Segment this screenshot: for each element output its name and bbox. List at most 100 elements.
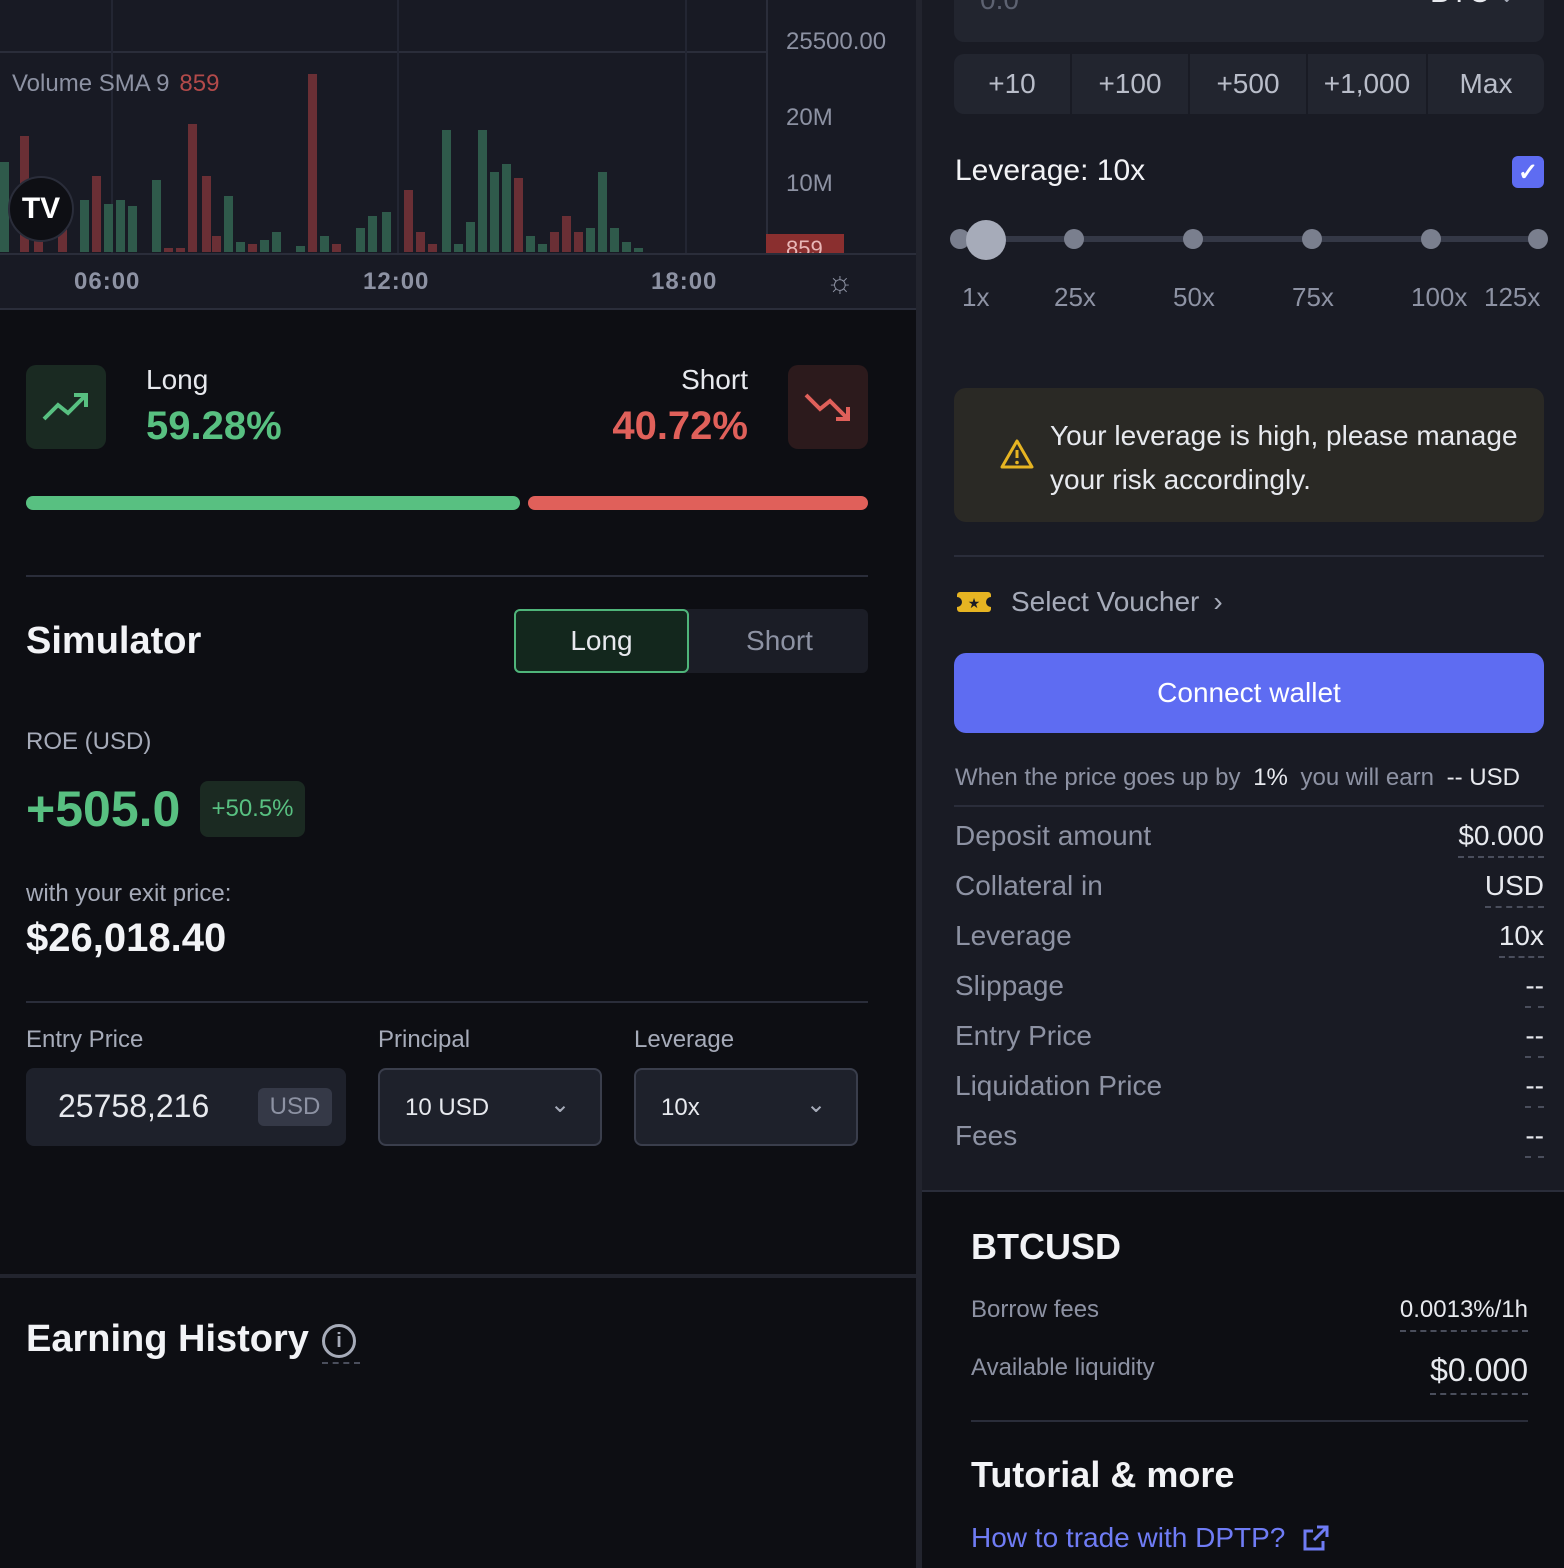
- asset-select[interactable]: BTC ⌄: [1430, 0, 1515, 10]
- tick-25x: 25x: [1054, 282, 1096, 312]
- asset-label: BTC: [1430, 0, 1490, 9]
- principal-select[interactable]: 10 USD ⌄: [378, 1068, 602, 1146]
- volume-bar: [466, 222, 475, 252]
- volume-bar: [188, 124, 197, 252]
- tutorial-link[interactable]: How to trade with DPTP?: [971, 1522, 1331, 1554]
- volume-bar: [272, 232, 281, 252]
- leverage-slider-track[interactable]: [958, 236, 1538, 242]
- collateral-label: Collateral in: [955, 870, 1103, 901]
- earn-mid: you will earn: [1300, 764, 1434, 791]
- volume-bar: [550, 232, 559, 252]
- trending-down-icon: [788, 365, 868, 449]
- volume-bar: [332, 244, 341, 252]
- chart-settings-icon[interactable]: ☼: [826, 266, 854, 300]
- volume-bar: [382, 212, 391, 252]
- tutorial-title: Tutorial & more: [971, 1454, 1235, 1495]
- slippage-value: --: [1525, 970, 1544, 1008]
- volume-bar: [416, 232, 425, 252]
- available-liquidity-label: Available liquidity: [971, 1354, 1155, 1381]
- volume-bar: [80, 200, 89, 252]
- volume-bar: [490, 172, 499, 252]
- slider-mark-125x[interactable]: [1528, 229, 1548, 249]
- slider-mark-100x[interactable]: [1421, 229, 1441, 249]
- volume-bar: [308, 74, 317, 252]
- leverage-label: Leverage: [634, 1026, 735, 1053]
- leverage-slider-handle[interactable]: [966, 220, 1006, 260]
- indicator-value: 859: [179, 70, 220, 97]
- toggle-short-button[interactable]: Short: [691, 609, 868, 673]
- connect-wallet-button[interactable]: Connect wallet: [954, 653, 1544, 733]
- quick-add-max[interactable]: Max: [1428, 54, 1544, 114]
- volume-bar: [598, 172, 607, 252]
- entry-price-input[interactable]: 25758,216 USD: [26, 1068, 346, 1146]
- leverage-checkbox[interactable]: ✓: [1512, 156, 1544, 188]
- quick-add-10[interactable]: +10: [954, 54, 1070, 114]
- divider: [26, 575, 868, 577]
- volume-bar: [538, 244, 547, 252]
- volume-bar: [526, 236, 535, 252]
- volume-bar: [610, 228, 619, 252]
- price-level-label: 25500.00: [786, 28, 887, 55]
- tick-125x: 125x: [1484, 282, 1541, 312]
- volume-bar: [176, 248, 185, 252]
- roe-value: +505.0: [26, 781, 181, 837]
- long-label: Long: [146, 364, 209, 395]
- volume-bar: [92, 176, 101, 252]
- market-info-panel: BTCUSD Borrow fees 0.0013%/1h Available …: [922, 1190, 1564, 1568]
- price-flag: 859: [766, 234, 844, 254]
- slider-mark-75x[interactable]: [1302, 229, 1322, 249]
- volume-bar: [164, 248, 173, 252]
- roe-percentage-badge: +50.5%: [200, 781, 305, 837]
- external-link-icon: [1303, 1525, 1329, 1551]
- indicator-label: Volume SMA 9: [12, 70, 170, 97]
- position-toggle: Long Short: [514, 609, 868, 673]
- x-tick-0600: 06:00: [74, 268, 141, 295]
- tick-100x: 100x: [1411, 282, 1468, 312]
- volume-chart[interactable]: 25500.00 20M 10M Volume SMA 9 859 TV 859 …: [0, 0, 918, 310]
- quick-add-100[interactable]: +100: [1072, 54, 1188, 114]
- exit-price-value: $26,018.40: [26, 916, 227, 960]
- principal-label: Principal: [378, 1026, 471, 1053]
- entry-price-value: 25758,216: [58, 1088, 210, 1124]
- warning-icon: [1000, 438, 1034, 475]
- earn-percentage: 1%: [1253, 764, 1288, 791]
- volume-bar: [296, 246, 305, 252]
- toggle-long-button[interactable]: Long: [514, 609, 689, 673]
- slider-mark-50x[interactable]: [1183, 229, 1203, 249]
- liquidation-price-label: Liquidation Price: [955, 1070, 1163, 1101]
- slippage-label: Slippage: [955, 970, 1064, 1001]
- indicator-legend[interactable]: Volume SMA 9 859: [12, 70, 219, 98]
- leverage-row-value: 10x: [1498, 920, 1544, 958]
- quick-add-1000[interactable]: +1,000: [1308, 54, 1426, 114]
- chevron-down-icon: ⌄: [1498, 0, 1515, 7]
- tradingview-logo[interactable]: TV: [8, 176, 74, 242]
- chevron-down-icon: ⌄: [550, 1091, 571, 1118]
- tick-50x: 50x: [1173, 282, 1215, 312]
- long-percentage: 59.28%: [146, 404, 282, 448]
- divider: [954, 805, 1544, 807]
- entry-price-row-label: Entry Price: [955, 1020, 1092, 1051]
- select-voucher-link[interactable]: ★ Select Voucher ›: [955, 586, 1223, 618]
- leverage-select[interactable]: 10x ⌄: [634, 1068, 858, 1146]
- volume-bar: [152, 180, 161, 252]
- logo-text: TV: [21, 192, 61, 225]
- info-icon[interactable]: i: [322, 1324, 360, 1364]
- earn-estimate: When the price goes up by 1% you will ea…: [955, 764, 1520, 792]
- short-progress-bar: [528, 496, 868, 510]
- volume-bar: [116, 200, 125, 252]
- liquidation-price-value: --: [1525, 1070, 1544, 1108]
- short-label: Short: [681, 364, 748, 395]
- leverage-row-label: Leverage: [955, 920, 1072, 951]
- long-progress-bar: [26, 496, 520, 510]
- divider: [26, 1001, 868, 1003]
- borrow-fees-value: 0.0013%/1h: [1399, 1296, 1528, 1332]
- svg-text:★: ★: [968, 596, 981, 612]
- quick-add-500[interactable]: +500: [1190, 54, 1306, 114]
- slider-mark-25x[interactable]: [1064, 229, 1084, 249]
- chevron-right-icon: ›: [1213, 586, 1223, 617]
- volume-bar: [236, 242, 245, 252]
- amount-input[interactable]: 0.0 BTC ⌄: [954, 0, 1544, 42]
- earn-value: -- USD: [1446, 764, 1520, 791]
- available-liquidity-value: $0.000: [1430, 1352, 1528, 1395]
- entry-price-row-value: --: [1525, 1020, 1544, 1058]
